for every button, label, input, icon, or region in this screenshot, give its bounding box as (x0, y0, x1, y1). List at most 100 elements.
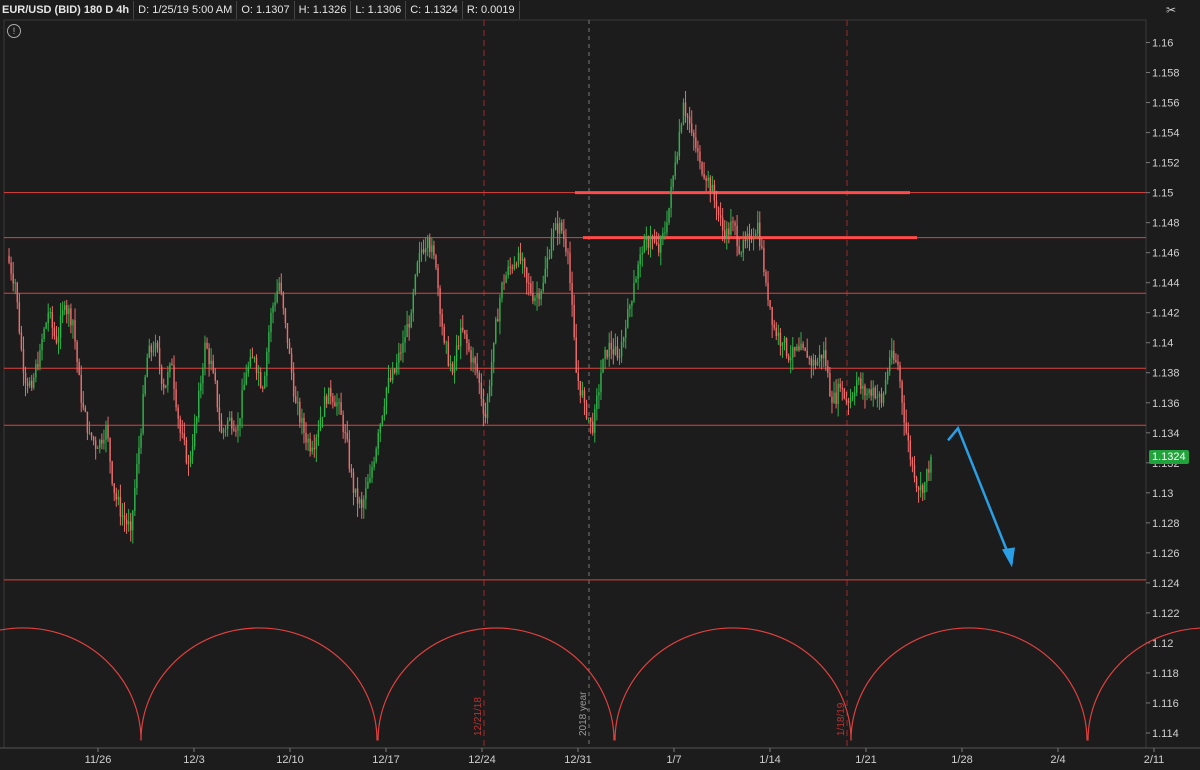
candle-body (237, 425, 239, 431)
candle-body (660, 237, 662, 253)
candle-body (604, 349, 606, 359)
candle-body (717, 207, 720, 216)
candle-body (249, 357, 252, 367)
candle-body (552, 229, 555, 238)
candle-body (195, 417, 198, 424)
candle-body (70, 308, 72, 326)
candle-body (43, 328, 45, 339)
candle-body (22, 349, 25, 373)
candle-body (713, 184, 716, 201)
candle-body (721, 217, 724, 231)
candle-body (177, 407, 179, 419)
x-tick-label: 1/28 (951, 754, 972, 766)
candle-body (220, 420, 223, 433)
candle-body (72, 320, 74, 326)
candle-body (47, 312, 49, 323)
candle-body (917, 487, 920, 491)
candle-body (847, 401, 850, 403)
x-tick-label: 2/4 (1050, 754, 1065, 766)
candle-body (884, 379, 887, 393)
candle-body (546, 257, 549, 269)
candle-body (284, 308, 287, 324)
cycle-arc (140, 627, 378, 741)
y-tick-label: 1.118 (1152, 668, 1179, 680)
candle-body (730, 221, 732, 235)
candle-body (233, 428, 235, 431)
candle-body (406, 324, 408, 338)
y-tick-label: 1.144 (1152, 278, 1180, 290)
candle-body (462, 327, 464, 331)
candle-body (363, 499, 365, 508)
x-tick-label: 1/14 (759, 754, 780, 766)
candle-body (140, 433, 142, 448)
candle-body (245, 372, 247, 385)
candle-body (266, 351, 268, 376)
y-tick-label: 1.148 (1152, 218, 1180, 230)
candle-body (181, 432, 184, 434)
candle-body (193, 423, 196, 447)
candle-body (728, 228, 730, 235)
candle-body (864, 385, 866, 396)
candle-body (189, 455, 192, 463)
candle-body (602, 358, 604, 373)
candle-body (608, 342, 610, 358)
candle-body (495, 319, 497, 343)
candle-body (769, 300, 771, 308)
candle-body (78, 362, 80, 375)
candle-body (513, 264, 516, 269)
price-chart[interactable]: 1.114 1.116 1.118 1.12 1.122 1.124 1.126 1.128 1… (0, 0, 1200, 770)
candle-body (28, 380, 31, 386)
candle-body (767, 282, 769, 301)
candle-body (862, 385, 864, 389)
candle-body (115, 492, 118, 500)
candle-body (272, 305, 274, 313)
candle-body (839, 383, 841, 388)
candle-body (503, 282, 505, 284)
y-tick-label: 1.138 (1152, 368, 1180, 380)
candle-body (563, 230, 565, 239)
candle-body (655, 242, 658, 244)
candle-body (919, 485, 922, 491)
candle-body (678, 132, 681, 157)
candle-body (385, 387, 388, 407)
candle-body (383, 406, 386, 417)
candle-body (606, 349, 608, 358)
candle-body (523, 258, 526, 268)
candle-body (478, 372, 481, 383)
candle-body (490, 362, 493, 387)
candle-body (319, 417, 322, 430)
candle-body (645, 238, 648, 241)
candle-body (818, 354, 821, 362)
y-tick-label: 1.134 (1152, 428, 1180, 440)
candle-body (726, 228, 728, 238)
candle-body (226, 420, 229, 429)
candle-body (525, 267, 528, 283)
candle-body (901, 381, 903, 403)
candle-body (253, 357, 256, 359)
candle-body (509, 266, 511, 268)
candle-body (373, 461, 375, 468)
candle-body (569, 252, 571, 284)
cycle-arc (0, 627, 142, 741)
candle-body (408, 324, 410, 328)
candle-body (96, 447, 99, 449)
candle-body (152, 351, 155, 353)
candle-body (666, 222, 668, 233)
candle-body (49, 312, 52, 314)
candle-body (587, 417, 590, 419)
candle-body (111, 461, 113, 484)
candle-body (381, 416, 384, 425)
candle-body (612, 349, 615, 355)
candle-body (680, 124, 683, 133)
candle-body (810, 358, 813, 366)
candle-body (534, 297, 536, 302)
candle-body (868, 389, 870, 394)
candle-body (123, 515, 126, 520)
y-tick-label: 1.122 (1152, 608, 1180, 620)
candle-body (129, 521, 132, 531)
candle-body (292, 372, 295, 397)
candle-body (899, 365, 901, 382)
candle-body (476, 363, 478, 373)
candle-body (556, 223, 559, 234)
candle-body (309, 438, 311, 452)
